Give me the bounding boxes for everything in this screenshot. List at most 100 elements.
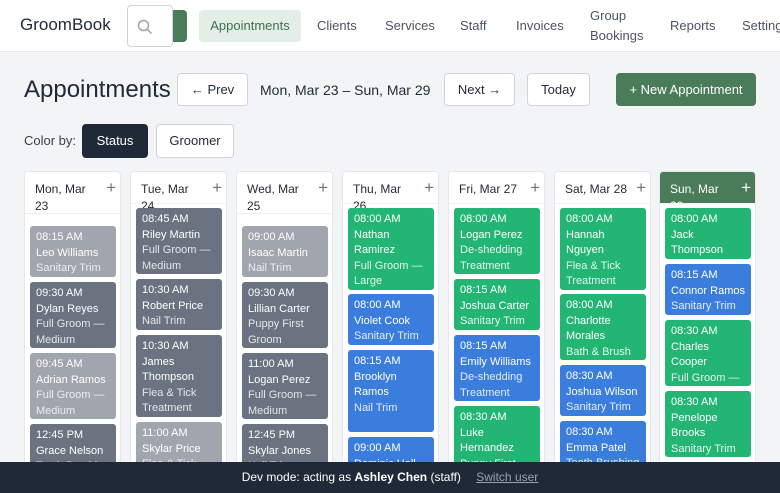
appointment-time: 09:45 AM [36,358,83,370]
appointment-card[interactable]: 08:00 AM Logan Perez De-shedding Treatment [454,208,540,274]
search-button[interactable] [127,5,173,47]
day-label: Sat, Mar 28 [565,182,628,196]
add-appointment-icon[interactable]: + [212,179,222,196]
appointment-card[interactable]: 08:15 AM Leo Williams Sanitary Trim [30,226,116,277]
day-column: Sat, Mar 28 +08:00 AM Hannah Nguyen Flea & … [554,171,651,471]
appointment-card[interactable]: 10:30 AM James Thompson Flea & Tick Treatm… [136,335,222,417]
brand-logo[interactable]: GroomBook [20,15,111,35]
switch-user-link[interactable]: Switch user [476,470,538,484]
appointment-time: 09:00 AM [248,231,295,243]
appointment-card[interactable]: 08:15 AM Brooklyn Ramos Nail Trim [348,350,434,432]
appointment-time: 08:15 AM [460,284,507,296]
day-column: Tue, Mar 24 +08:45 AM Riley Martin Full Gro… [130,171,227,471]
add-appointment-icon[interactable]: + [106,179,116,196]
appointment-client: Nathan Ramirez [354,228,395,257]
appointment-service: De-shedding Treatment [460,244,523,272]
appointment-time: 10:30 AM [142,284,189,296]
add-appointment-icon[interactable]: + [318,179,328,196]
appointment-time: 08:15 AM [36,231,83,243]
add-appointment-icon[interactable]: + [530,179,540,196]
today-button[interactable]: Today [527,73,590,106]
appointment-time: 12:45 PM [36,429,84,441]
nav-services[interactable]: Services [374,10,446,42]
color-by-groomer-button[interactable]: Groomer [156,124,234,158]
appointment-client: Hannah Nguyen [566,228,605,257]
nav-staff[interactable]: Staff [449,10,498,42]
nav-group-bookings[interactable]: Group Bookings [590,6,643,46]
appointment-card[interactable]: 08:00 AM Nathan Ramirez Full Groom — Large [348,208,434,290]
appointment-time: 08:30 AM [566,370,613,382]
appointment-service: Sanitary Trim [460,315,525,327]
nav-reports[interactable]: Reports [659,10,727,42]
appointment-time: 08:30 AM [671,325,718,337]
day-label: Wed, Mar 25 [247,182,299,213]
appointment-client: Lillian Carter [248,302,310,315]
appointment-client: Adrian Ramos [36,373,106,386]
appointment-service: Sanitary Trim [671,300,736,312]
appointment-card[interactable]: 08:00 AM Hannah Nguyen Flea & Tick Treatme… [560,208,646,290]
appointment-service: Full Groom — Medium [36,389,105,417]
appointment-time: 11:00 AM [248,358,294,370]
appointment-card[interactable]: 09:45 AM Adrian Ramos Full Groom — Medium [30,353,116,419]
next-week-button[interactable]: Next → [444,73,515,106]
appointment-time: 10:30 AM [142,340,189,352]
appointment-time: 08:00 AM [671,213,718,225]
new-appointment-button[interactable]: + New Appointment [616,73,756,106]
appointment-client: Jack Thompson [671,228,723,257]
appointment-time: 09:00 AM [354,442,401,454]
appointment-card[interactable]: 08:30 AM Penelope Brooks Sanitary Trim [665,391,751,457]
day-header: Sat, Mar 28 + [555,172,650,204]
appointment-service: Full Groom — Medium [36,318,105,346]
appointment-service: Puppy First Groom [248,318,304,346]
appointment-service: Sanitary Trim [566,401,631,413]
dev-mode-prefix: Dev mode: acting as [241,470,352,484]
appointment-time: 08:45 AM [142,213,189,225]
appointment-client: Dylan Reyes [36,302,99,315]
appointment-client: Penelope Brooks [671,411,718,440]
color-by-status-button[interactable]: Status [82,124,148,158]
nav-settings[interactable]: Settings [731,10,780,42]
nav-invoices[interactable]: Invoices [505,10,575,42]
appointment-card[interactable]: 08:15 AM Connor Ramos Sanitary Trim [665,264,751,315]
nav-group-bookings-line1: Group [590,8,627,23]
appointment-card[interactable]: 09:00 AM Isaac Martin Nail Trim [242,226,328,277]
appointment-time: 09:30 AM [248,287,295,299]
appointment-service: Full Groom — Large [671,371,740,384]
appointment-service: De-shedding Treatment [460,371,523,399]
appointment-card[interactable]: 08:00 AM Violet Cook Sanitary Trim [348,294,434,345]
appointment-card[interactable]: 08:00 AM Charlotte Morales Bath & Brush [560,294,646,360]
appointment-card[interactable]: 11:00 AM Logan Perez Full Groom — Medium [242,353,328,419]
appointment-time: 08:00 AM [566,299,613,311]
appointment-card[interactable]: 08:30 AM Charles Cooper Full Groom — Large [665,320,751,386]
appointment-card[interactable]: 08:30 AM Joshua Wilson Sanitary Trim [560,365,646,416]
appointment-card[interactable]: 10:30 AM Robert Price Nail Trim [136,279,222,330]
add-appointment-icon[interactable]: + [424,179,434,196]
appointment-client: James Thompson [142,355,194,384]
nav-appointments[interactable]: Appointments [199,10,301,42]
appointment-client: Robert Price [142,299,204,312]
appointment-service: Full Groom — Medium [248,389,317,417]
appointment-service: Nail Trim [248,262,292,274]
appointment-client: Charlotte Morales [566,314,611,343]
appointment-service: Flea & Tick Treatment [566,259,621,288]
appointment-client: Brooklyn Ramos [354,370,397,399]
appointment-card[interactable]: 08:15 AM Joshua Carter Sanitary Trim [454,279,540,330]
appointment-card[interactable]: 09:30 AM Lillian Carter Puppy First Groom [242,282,328,348]
nav-clients[interactable]: Clients [306,10,368,42]
day-column: Fri, Mar 27 +08:00 AM Logan Perez De-sheddi… [448,171,545,471]
page-title: Appointments [24,76,171,103]
appointment-time: 08:30 AM [460,411,507,423]
appointment-card[interactable]: 08:00 AM Jack Thompson Sanitary Trim [665,208,751,259]
appointment-card[interactable]: 09:30 AM Dylan Reyes Full Groom — Medium [30,282,116,348]
add-appointment-icon[interactable]: + [636,179,646,196]
nav-group-bookings-line2: Bookings [590,28,644,43]
appointment-time: 08:15 AM [354,355,401,367]
day-label: Mon, Mar 23 [35,182,86,213]
add-appointment-icon[interactable]: + [741,179,751,196]
appointment-client: Isaac Martin [248,246,308,259]
appointment-card[interactable]: 08:45 AM Riley Martin Full Groom — Medium [136,208,222,274]
appointment-card[interactable]: 08:15 AM Emily Williams De-shedding Treatm… [454,335,540,401]
prev-week-button[interactable]: ← Prev [177,73,248,106]
appointment-service: Sanitary Trim [671,259,745,260]
appointment-time: 08:00 AM [354,299,401,311]
